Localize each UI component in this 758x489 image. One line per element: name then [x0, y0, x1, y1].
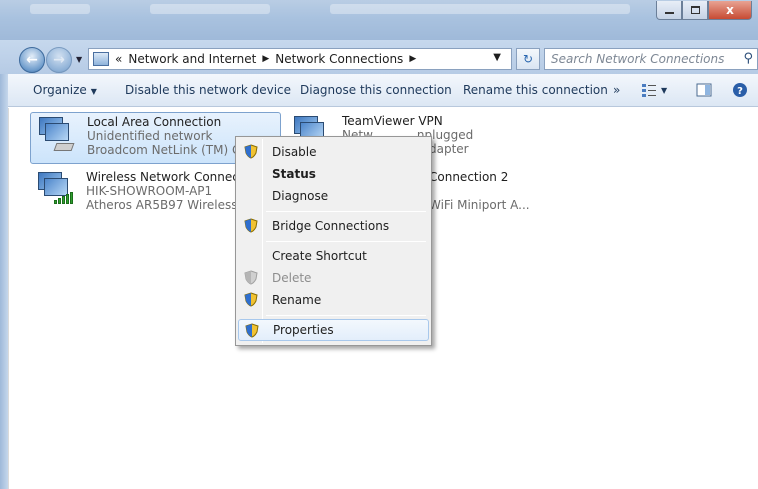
menu-item-label: Create Shortcut: [272, 249, 367, 263]
minimize-icon: [664, 12, 674, 14]
connection-name: Wireless Network Connectio: [86, 170, 255, 184]
connection-name: Local Area Connection: [87, 115, 222, 129]
connection-status: Unidentified network: [87, 129, 213, 143]
maximize-button[interactable]: [682, 1, 708, 20]
change-view-icon[interactable]: [641, 82, 657, 98]
menu-item-diagnose[interactable]: Diagnose: [238, 185, 429, 207]
context-menu: Disable Status Diagnose Bridge Connectio…: [235, 136, 432, 346]
recent-pages-dropdown[interactable]: ▼: [76, 55, 82, 64]
menu-item-delete: Delete: [238, 267, 429, 289]
menu-item-bridge-connections[interactable]: Bridge Connections: [238, 215, 429, 237]
menu-item-label: Rename: [272, 293, 322, 307]
forward-arrow-icon: →: [53, 52, 65, 68]
chevron-down-icon: ▼: [90, 87, 97, 96]
menu-item-label: Status: [272, 167, 316, 181]
breadcrumb-chevron-icon[interactable]: ▶: [262, 54, 269, 64]
menu-item-disable[interactable]: Disable: [238, 141, 429, 163]
uac-shield-icon: [244, 270, 258, 285]
back-arrow-icon: ←: [26, 52, 38, 68]
connection-device: Atheros AR5B97 Wireless Ne: [86, 198, 258, 212]
forward-button[interactable]: →: [46, 47, 72, 73]
help-icon[interactable]: ?: [732, 82, 748, 98]
uac-shield-icon: [244, 144, 258, 159]
menu-item-label: Delete: [272, 271, 312, 285]
wireless-network-icon: [30, 168, 76, 214]
back-button[interactable]: ←: [19, 47, 45, 73]
rename-connection-button[interactable]: Rename this connection: [463, 83, 608, 97]
blurred-region: [30, 4, 90, 14]
uac-shield-icon: [244, 292, 258, 307]
window-controls: x: [656, 1, 752, 20]
menu-separator: [266, 211, 426, 212]
menu-item-status[interactable]: Status: [238, 163, 429, 185]
refresh-icon: ↻: [522, 52, 534, 66]
menu-item-label: Bridge Connections: [272, 219, 390, 233]
uac-shield-icon: [245, 323, 259, 338]
connection-status: HIK-SHOWROOM-AP1: [86, 184, 213, 198]
refresh-button[interactable]: ↻: [516, 48, 540, 70]
menu-item-label: Disable: [272, 145, 317, 159]
more-commands-button[interactable]: »: [613, 83, 620, 97]
breadcrumb-network-and-internet[interactable]: Network and Internet: [128, 52, 256, 66]
close-icon: x: [726, 3, 734, 17]
menu-separator: [266, 241, 426, 242]
breadcrumb-network-connections[interactable]: Network Connections: [275, 52, 403, 66]
control-panel-icon: [93, 52, 109, 66]
breadcrumb-chevron-icon[interactable]: ▶: [409, 54, 416, 64]
blurred-region: [150, 4, 270, 14]
disable-device-button[interactable]: Disable this network device: [125, 83, 291, 97]
menu-item-label: Properties: [273, 323, 334, 337]
view-dropdown-icon[interactable]: ▼: [661, 86, 667, 95]
connection-device: WiFi Miniport A...: [429, 198, 530, 212]
menu-item-label: Diagnose: [272, 189, 329, 203]
menu-item-create-shortcut[interactable]: Create Shortcut: [238, 245, 429, 267]
maximize-icon: [690, 6, 700, 14]
organize-button[interactable]: Organize ▼: [33, 83, 97, 97]
search-input[interactable]: Search Network Connections ⚲: [544, 48, 758, 70]
connection-name: Connection 2: [429, 170, 509, 184]
menu-item-rename[interactable]: Rename: [238, 289, 429, 311]
window-left-edge: [0, 74, 8, 489]
menu-item-properties[interactable]: Properties: [238, 319, 429, 341]
diagnose-connection-button[interactable]: Diagnose this connection: [300, 83, 452, 97]
organize-label: Organize: [33, 83, 87, 97]
ethernet-cable-icon: [53, 143, 75, 151]
menu-separator: [266, 315, 426, 316]
title-bar: x: [0, 0, 758, 40]
minimize-button[interactable]: [656, 1, 682, 20]
svg-text:?: ?: [737, 86, 743, 97]
connection-device: Broadcom NetLink (TM) Gig: [87, 143, 253, 157]
connection-name: TeamViewer VPN: [342, 114, 443, 128]
connection-2[interactable]: Connection 2 . WiFi Miniport A...: [429, 168, 559, 220]
monitor-icon: [45, 123, 69, 141]
address-bar[interactable]: « Network and Internet ▶ Network Connect…: [88, 48, 512, 70]
close-button[interactable]: x: [708, 1, 752, 20]
signal-strength-icon: [54, 192, 73, 204]
uac-shield-icon: [244, 218, 258, 233]
wired-network-icon: [31, 113, 77, 159]
blurred-region: [330, 4, 630, 14]
search-placeholder: Search Network Connections: [551, 52, 725, 66]
search-icon[interactable]: ⚲: [743, 51, 753, 66]
command-bar: Organize ▼ Disable this network device Di…: [0, 74, 758, 107]
address-dropdown-icon[interactable]: ▼: [493, 52, 501, 63]
breadcrumb-overflow[interactable]: «: [115, 52, 122, 66]
preview-pane-icon[interactable]: [696, 82, 712, 98]
